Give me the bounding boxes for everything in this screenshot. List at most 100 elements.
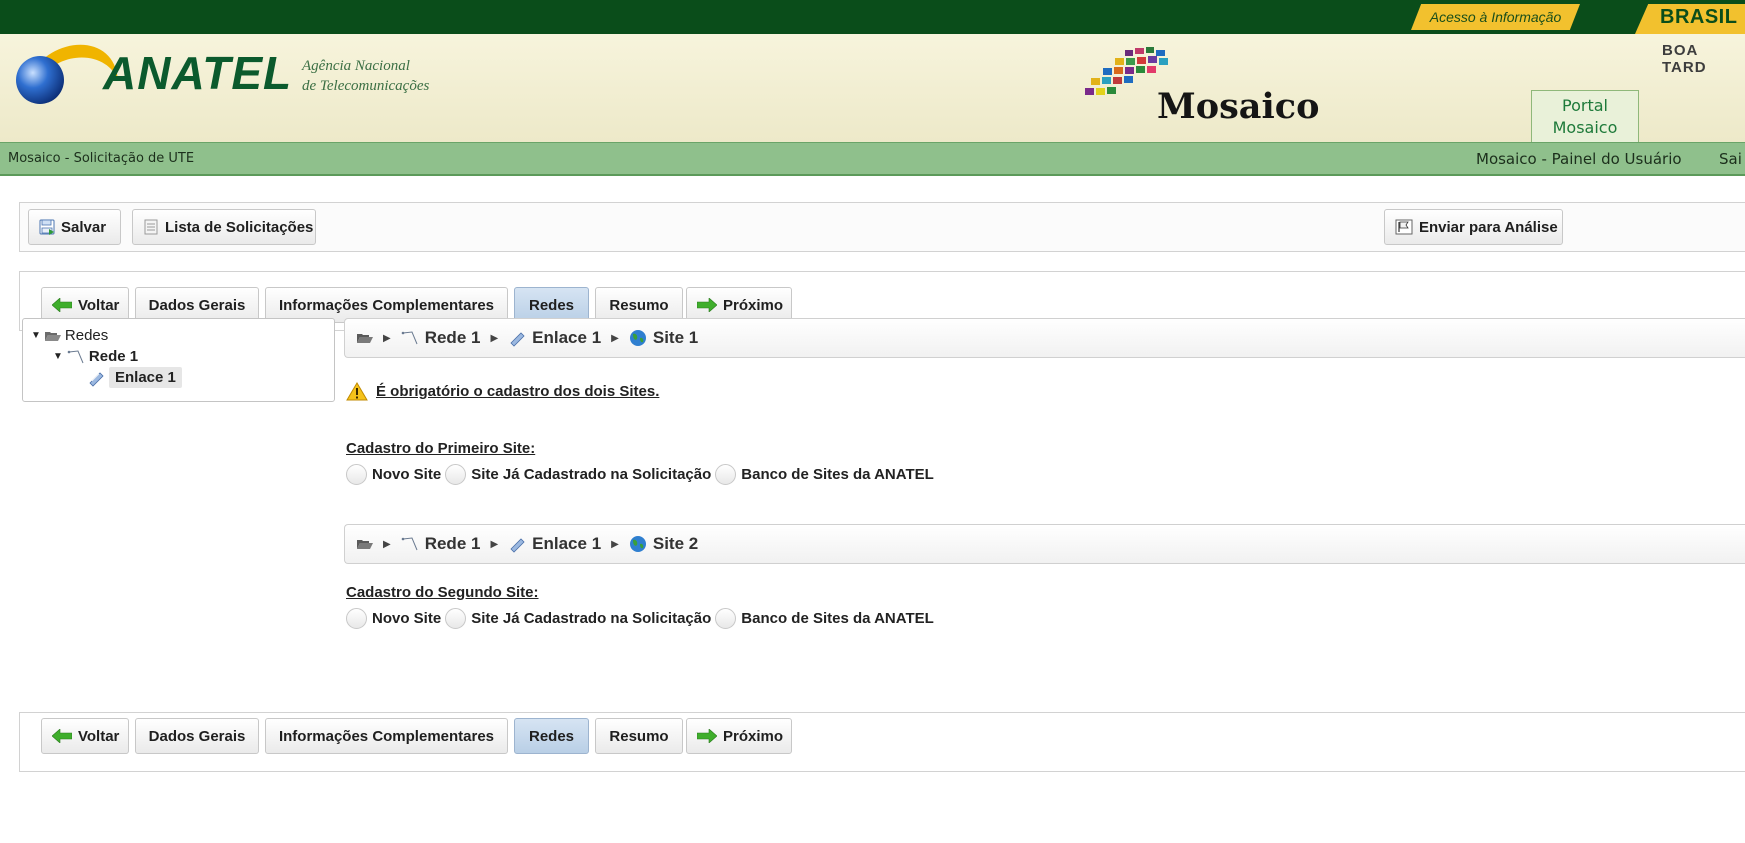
path-network[interactable]: Rede 1 — [401, 534, 481, 554]
arrow-left-icon — [52, 729, 72, 743]
tab-summary[interactable]: Resumo — [595, 718, 683, 754]
tab-complementary-info[interactable]: Informações Complementares — [265, 718, 508, 754]
tab-networks-label: Redes — [528, 296, 575, 314]
link-icon — [510, 538, 525, 553]
user-panel-link[interactable]: Mosaico - Painel do Usuário — [1476, 150, 1682, 168]
radio-circle[interactable] — [715, 608, 737, 629]
save-label: Salvar — [61, 218, 107, 236]
path-link-label: Enlace 1 — [532, 328, 602, 347]
path-link-label: Enlace 1 — [532, 534, 602, 553]
tab-complementary-info-label: Informações Complementares — [278, 727, 495, 745]
save-icon — [39, 219, 55, 235]
path-link[interactable]: Enlace 1 — [508, 328, 601, 348]
brasil-label: BRASIL — [1660, 6, 1738, 28]
tree-node-networks[interactable]: ▼ Redes — [31, 327, 108, 344]
tab-summary-label: Resumo — [609, 296, 669, 314]
path-network-label: Rede 1 — [424, 328, 481, 347]
tab-networks-label: Redes — [528, 727, 575, 745]
radio-circle[interactable] — [346, 608, 367, 629]
path-separator-icon: ▶ — [383, 538, 391, 550]
tab-networks[interactable]: Redes — [514, 718, 589, 754]
radio-circle[interactable] — [346, 464, 367, 485]
back-label: Voltar — [78, 296, 120, 314]
folder-open-icon — [44, 331, 61, 341]
wizard-nav-bottom: Voltar Dados Gerais Informações Compleme… — [19, 712, 1745, 772]
tree-node-network-1[interactable]: ▼ Rede 1 — [53, 348, 138, 365]
globe-icon — [629, 536, 646, 552]
first-site-existing-radio[interactable]: Site Já Cadastrado na Solicitação — [445, 464, 711, 485]
mosaico-app-name: Mosaico — [1157, 86, 1320, 127]
network-icon — [401, 537, 418, 551]
portal-mosaico-tab[interactable]: Portal Mosaico — [1531, 90, 1639, 142]
warning-icon — [346, 382, 368, 401]
path-separator-icon: ▶ — [611, 332, 619, 344]
site-1-path-bar: ▶ Rede 1 ▶ Enlace 1 ▶ Site 1 — [344, 318, 1745, 358]
path-site-label: Site 1 — [652, 328, 699, 347]
radio-label: Site Já Cadastrado na Solicitação — [471, 610, 712, 627]
exit-link[interactable]: Sai — [1719, 150, 1742, 168]
back-button[interactable]: Voltar — [41, 718, 129, 754]
path-site[interactable]: Site 1 — [629, 328, 698, 348]
agency-line-1: Agência Nacional — [302, 58, 410, 74]
tree-network-label: Rede 1 — [88, 348, 139, 365]
warning-message: É obrigatório o cadastro dos dois Sites. — [346, 382, 659, 401]
expand-toggle-icon[interactable]: ▼ — [31, 330, 41, 341]
tab-general-data-label: Dados Gerais — [148, 296, 246, 314]
radio-label: Novo Site — [372, 466, 442, 483]
path-site-label: Site 2 — [652, 534, 699, 553]
second-site-new-radio[interactable]: Novo Site — [346, 608, 441, 629]
next-button[interactable]: Próximo — [686, 718, 792, 754]
first-site-anatel-bank-radio[interactable]: Banco de Sites da ANATEL — [715, 464, 934, 485]
second-site-existing-radio[interactable]: Site Já Cadastrado na Solicitação — [445, 608, 711, 629]
back-label: Voltar — [78, 727, 120, 745]
network-icon — [401, 331, 418, 345]
path-separator-icon: ▶ — [490, 332, 499, 344]
path-site[interactable]: Site 2 — [629, 534, 698, 554]
breadcrumb-bar: Mosaico - Solicitação de UTE Mosaico - P… — [0, 142, 1745, 176]
tab-summary-label: Resumo — [609, 727, 669, 745]
agency-line-2: de Telecomunicações — [302, 78, 430, 94]
first-site-title: Cadastro do Primeiro Site: — [346, 440, 536, 457]
send-for-analysis-button[interactable]: Enviar para Análise — [1384, 209, 1563, 245]
first-site-options: Novo Site Site Já Cadastrado na Solicita… — [346, 464, 938, 485]
send-for-analysis-label: Enviar para Análise — [1419, 218, 1558, 236]
path-separator-icon: ▶ — [383, 332, 391, 344]
second-site-options: Novo Site Site Já Cadastrado na Solicita… — [346, 608, 938, 629]
site-2-path-bar: ▶ Rede 1 ▶ Enlace 1 ▶ Site 2 — [344, 524, 1745, 564]
action-toolbar: Salvar Lista de Solicitações Enviar para… — [19, 202, 1745, 252]
radio-circle[interactable] — [715, 464, 737, 485]
request-list-button[interactable]: Lista de Solicitações — [132, 209, 316, 245]
folder-open-icon[interactable] — [357, 332, 373, 344]
folder-open-icon[interactable] — [357, 538, 373, 550]
tree-node-link-1[interactable]: Enlace 1 — [87, 367, 182, 388]
save-button[interactable]: Salvar — [28, 209, 121, 245]
second-site-anatel-bank-radio[interactable]: Banco de Sites da ANATEL — [715, 608, 934, 629]
globe-icon — [629, 330, 646, 346]
path-separator-icon: ▶ — [611, 538, 619, 550]
tab-complementary-info-label: Informações Complementares — [278, 296, 495, 314]
tree-link-label: Enlace 1 — [109, 367, 182, 388]
link-icon — [510, 332, 525, 347]
agency-name: Agência Nacional de Telecomunicações — [302, 56, 429, 96]
path-network[interactable]: Rede 1 — [401, 328, 481, 348]
radio-circle[interactable] — [445, 608, 467, 629]
access-information-link[interactable]: Acesso à Informação — [1411, 4, 1580, 30]
tab-general-data[interactable]: Dados Gerais — [135, 718, 259, 754]
tab-general-data-label: Dados Gerais — [148, 727, 246, 745]
portal-tab-line-2: Mosaico — [1552, 118, 1618, 137]
second-site-title: Cadastro do Segundo Site: — [346, 584, 539, 601]
expand-toggle-icon[interactable]: ▼ — [53, 351, 63, 362]
radio-label: Banco de Sites da ANATEL — [741, 610, 934, 627]
greeting-text: BOA TARD — [1662, 42, 1707, 76]
breadcrumb-current: Mosaico - Solicitação de UTE — [8, 151, 195, 166]
path-link[interactable]: Enlace 1 — [508, 534, 601, 554]
network-tree: ▼ Redes ▼ Rede 1 Enlace 1 — [22, 318, 335, 402]
path-separator-icon: ▶ — [490, 538, 499, 550]
path-network-label: Rede 1 — [424, 534, 481, 553]
anatel-brand: ANATEL — [103, 47, 293, 99]
arrow-left-icon — [52, 298, 72, 312]
first-site-new-radio[interactable]: Novo Site — [346, 464, 441, 485]
radio-circle[interactable] — [445, 464, 467, 485]
network-icon — [67, 349, 84, 363]
link-icon — [89, 371, 104, 387]
